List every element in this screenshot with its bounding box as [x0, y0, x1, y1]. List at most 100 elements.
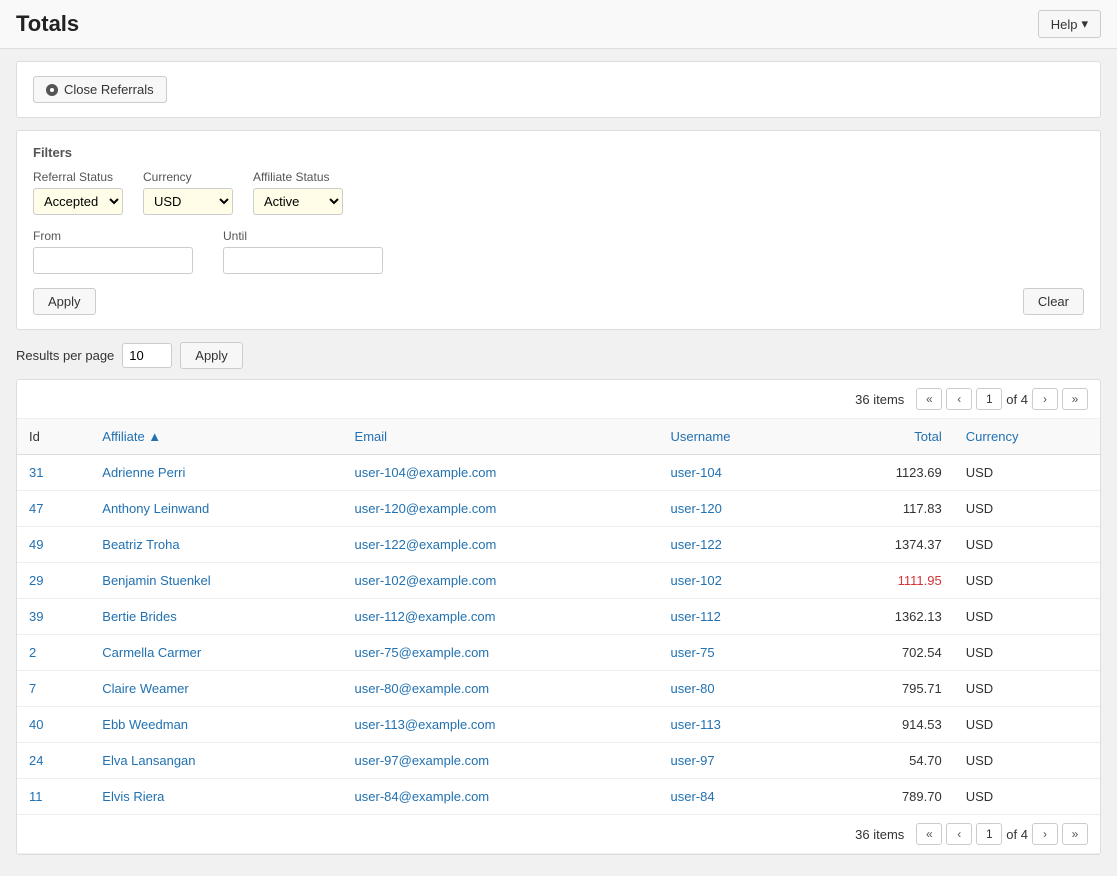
cell-id: 49 [17, 527, 90, 563]
col-header-affiliate[interactable]: Affiliate ▲ [90, 419, 342, 455]
table-row: 24Elva Lansanganuser-97@example.comuser-… [17, 743, 1100, 779]
table-row: 40Ebb Weedmanuser-113@example.comuser-11… [17, 707, 1100, 743]
filter-actions: Apply Clear [33, 288, 1084, 315]
col-header-email[interactable]: Email [343, 419, 659, 455]
until-input[interactable] [223, 247, 383, 274]
cell-id: 29 [17, 563, 90, 599]
referral-status-select[interactable]: Accepted Pending Rejected [33, 188, 123, 215]
cell-affiliate[interactable]: Claire Weamer [90, 671, 342, 707]
cell-currency: USD [954, 563, 1100, 599]
cell-email[interactable]: user-75@example.com [343, 635, 659, 671]
table-row: 47Anthony Leinwanduser-120@example.comus… [17, 491, 1100, 527]
from-input[interactable] [33, 247, 193, 274]
cell-total: 914.53 [818, 707, 953, 743]
cell-affiliate[interactable]: Beatriz Troha [90, 527, 342, 563]
cell-username[interactable]: user-120 [658, 491, 818, 527]
filters-clear-button[interactable]: Clear [1023, 288, 1084, 315]
prev-page-button-bottom[interactable]: ‹ [946, 823, 972, 845]
until-label: Until [223, 229, 383, 243]
referral-status-label: Referral Status [33, 170, 123, 184]
cell-username[interactable]: user-113 [658, 707, 818, 743]
close-referrals-panel: Close Referrals [16, 61, 1101, 118]
cell-total: 702.54 [818, 635, 953, 671]
first-page-button-top[interactable]: « [916, 388, 942, 410]
items-count-bottom: 36 items [855, 827, 904, 842]
table-row: 11Elvis Rierauser-84@example.comuser-847… [17, 779, 1100, 815]
cell-username[interactable]: user-97 [658, 743, 818, 779]
cell-email[interactable]: user-80@example.com [343, 671, 659, 707]
cell-username[interactable]: user-112 [658, 599, 818, 635]
cell-email[interactable]: user-84@example.com [343, 779, 659, 815]
help-button[interactable]: Help ▾ [1038, 10, 1101, 38]
last-page-button-top[interactable]: » [1062, 388, 1088, 410]
cell-affiliate[interactable]: Elvis Riera [90, 779, 342, 815]
currency-select[interactable]: USD EUR GBP [143, 188, 233, 215]
table-header: Id Affiliate ▲ Email Username Total Curr… [17, 419, 1100, 455]
current-page-bottom[interactable]: 1 [976, 823, 1002, 845]
per-page-input[interactable] [122, 343, 172, 368]
cell-affiliate[interactable]: Anthony Leinwand [90, 491, 342, 527]
cell-total: 789.70 [818, 779, 953, 815]
cell-affiliate[interactable]: Benjamin Stuenkel [90, 563, 342, 599]
cell-total: 1123.69 [818, 455, 953, 491]
filter-row: Referral Status Accepted Pending Rejecte… [33, 170, 1084, 215]
next-page-button-top[interactable]: › [1032, 388, 1058, 410]
prev-page-button-top[interactable]: ‹ [946, 388, 972, 410]
col-header-currency[interactable]: Currency [954, 419, 1100, 455]
cell-total: 54.70 [818, 743, 953, 779]
filters-apply-button[interactable]: Apply [33, 288, 96, 315]
cell-email[interactable]: user-102@example.com [343, 563, 659, 599]
cell-id: 47 [17, 491, 90, 527]
cell-affiliate[interactable]: Bertie Brides [90, 599, 342, 635]
table-row: 49Beatriz Trohauser-122@example.comuser-… [17, 527, 1100, 563]
cell-currency: USD [954, 599, 1100, 635]
cell-email[interactable]: user-104@example.com [343, 455, 659, 491]
page-of-bottom: of 4 [1006, 827, 1028, 842]
cell-affiliate[interactable]: Adrienne Perri [90, 455, 342, 491]
cell-email[interactable]: user-113@example.com [343, 707, 659, 743]
table-container: 36 items « ‹ 1 of 4 › » Id Affiliate ▲ E… [16, 379, 1101, 855]
help-label: Help [1051, 17, 1078, 32]
from-label: From [33, 229, 193, 243]
cell-email[interactable]: user-97@example.com [343, 743, 659, 779]
until-group: Until [223, 229, 383, 274]
cell-username[interactable]: user-104 [658, 455, 818, 491]
cell-username[interactable]: user-102 [658, 563, 818, 599]
col-header-id: Id [17, 419, 90, 455]
cell-total: 1111.95 [818, 563, 953, 599]
affiliate-status-group: Affiliate Status Active Inactive [253, 170, 343, 215]
currency-label: Currency [143, 170, 233, 184]
results-apply-button[interactable]: Apply [180, 342, 243, 369]
cell-email[interactable]: user-120@example.com [343, 491, 659, 527]
cell-total: 117.83 [818, 491, 953, 527]
first-page-button-bottom[interactable]: « [916, 823, 942, 845]
next-page-button-bottom[interactable]: › [1032, 823, 1058, 845]
cell-id: 40 [17, 707, 90, 743]
cell-total: 1362.13 [818, 599, 953, 635]
cell-affiliate[interactable]: Carmella Carmer [90, 635, 342, 671]
items-count-top: 36 items [855, 392, 904, 407]
close-referrals-button[interactable]: Close Referrals [33, 76, 167, 103]
cell-username[interactable]: user-75 [658, 635, 818, 671]
cell-affiliate[interactable]: Ebb Weedman [90, 707, 342, 743]
filters-panel: Filters Referral Status Accepted Pending… [16, 130, 1101, 330]
cell-username[interactable]: user-80 [658, 671, 818, 707]
cell-email[interactable]: user-112@example.com [343, 599, 659, 635]
cell-currency: USD [954, 743, 1100, 779]
cell-username[interactable]: user-122 [658, 527, 818, 563]
current-page-top[interactable]: 1 [976, 388, 1002, 410]
cell-currency: USD [954, 707, 1100, 743]
cell-affiliate[interactable]: Elva Lansangan [90, 743, 342, 779]
cell-username[interactable]: user-84 [658, 779, 818, 815]
cell-currency: USD [954, 455, 1100, 491]
results-bar: Results per page Apply [16, 342, 1101, 369]
cell-email[interactable]: user-122@example.com [343, 527, 659, 563]
cell-id: 7 [17, 671, 90, 707]
affiliate-status-select[interactable]: Active Inactive [253, 188, 343, 215]
last-page-button-bottom[interactable]: » [1062, 823, 1088, 845]
date-row: From Until [33, 229, 1084, 274]
pagination-top: 36 items « ‹ 1 of 4 › » [17, 380, 1100, 419]
main-content: Close Referrals Filters Referral Status … [0, 49, 1117, 867]
table-row: 31Adrienne Perriuser-104@example.comuser… [17, 455, 1100, 491]
col-header-username[interactable]: Username [658, 419, 818, 455]
